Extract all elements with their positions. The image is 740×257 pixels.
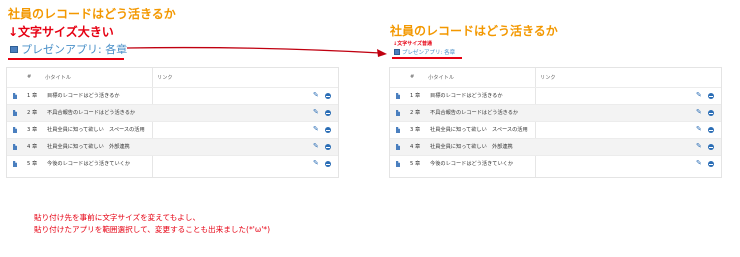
pencil-icon[interactable]: ✎ <box>696 159 702 167</box>
pencil-icon[interactable]: ✎ <box>696 108 702 116</box>
pencil-icon[interactable]: ✎ <box>313 142 319 150</box>
row-number: 2 章 <box>410 110 421 116</box>
document-icon <box>13 161 17 167</box>
table-row: 3 章 社員全員に知って欲しい スペースの活用 ✎ <box>390 121 721 139</box>
header-link: リンク <box>157 75 173 81</box>
left-size-note: ↓文字サイズ大きい <box>8 25 114 39</box>
document-icon <box>13 144 17 150</box>
row-number: 2 章 <box>27 110 38 116</box>
pencil-icon[interactable]: ✎ <box>313 108 319 116</box>
footer-note-line1: 貼り付け先を事前に文字サイズを変えてもよし、 <box>34 213 201 222</box>
table-header: # 小タイトル リンク <box>7 68 338 88</box>
document-icon <box>396 93 400 99</box>
right-title: 社員のレコードはどう活きるか <box>390 24 558 38</box>
right-app-label: プレゼンアプリ: 各章 <box>402 50 456 56</box>
app-icon <box>394 49 400 55</box>
header-link: リンク <box>540 75 556 81</box>
header-subtitle: 小タイトル <box>428 75 454 81</box>
pencil-icon[interactable]: ✎ <box>696 91 702 99</box>
pencil-icon[interactable]: ✎ <box>313 159 319 167</box>
left-app-link[interactable]: プレゼンアプリ: 各章 <box>10 41 127 57</box>
row-subtitle: 不具合報告のレコードはどう活きるか <box>47 110 136 116</box>
pencil-icon[interactable]: ✎ <box>313 125 319 133</box>
header-num: # <box>27 74 32 80</box>
table-row: 1 章 目標のレコードはどう活きるか ✎ <box>390 87 721 105</box>
row-subtitle: 今後のレコードはどう活きていくか <box>47 161 131 167</box>
row-subtitle: 社員全員に知って欲しい スペースの活用 <box>47 127 145 133</box>
document-icon <box>396 144 400 150</box>
row-number: 4 章 <box>410 144 421 150</box>
row-number: 3 章 <box>410 127 421 133</box>
delete-icon[interactable] <box>325 127 331 133</box>
delete-icon[interactable] <box>708 144 714 150</box>
left-app-table: # 小タイトル リンク 1 章 目標のレコードはどう活きるか ✎ 2 章 不具合… <box>6 67 339 178</box>
row-number: 1 章 <box>27 93 38 99</box>
delete-icon[interactable] <box>325 110 331 116</box>
pencil-icon[interactable]: ✎ <box>313 91 319 99</box>
table-row: 5 章 今後のレコードはどう活きていくか ✎ <box>7 155 338 173</box>
row-number: 1 章 <box>410 93 421 99</box>
table-row: 2 章 不具合報告のレコードはどう活きるか ✎ <box>7 104 338 122</box>
app-icon <box>10 45 18 53</box>
right-app-link[interactable]: プレゼンアプリ: 各章 <box>394 48 455 56</box>
row-subtitle: 不具合報告のレコードはどう活きるか <box>430 110 519 116</box>
document-icon <box>396 127 400 133</box>
table-row: 1 章 目標のレコードはどう活きるか ✎ <box>7 87 338 105</box>
row-number: 4 章 <box>27 144 38 150</box>
document-icon <box>13 127 17 133</box>
row-subtitle: 目標のレコードはどう活きるか <box>430 93 503 99</box>
row-subtitle: 今後のレコードはどう活きていくか <box>430 161 514 167</box>
delete-icon[interactable] <box>325 161 331 167</box>
delete-icon[interactable] <box>325 144 331 150</box>
table-row: 3 章 社員全員に知って欲しい スペースの活用 ✎ <box>7 121 338 139</box>
document-icon <box>13 110 17 116</box>
row-subtitle: 社員全員に知って欲しい 外部連携 <box>47 144 130 150</box>
row-number: 5 章 <box>27 161 38 167</box>
row-number: 3 章 <box>27 127 38 133</box>
table-row: 2 章 不具合報告のレコードはどう活きるか ✎ <box>390 104 721 122</box>
delete-icon[interactable] <box>708 127 714 133</box>
right-underline <box>392 57 462 59</box>
header-subtitle: 小タイトル <box>45 75 71 81</box>
document-icon <box>13 93 17 99</box>
delete-icon[interactable] <box>708 110 714 116</box>
left-app-label: プレゼンアプリ: 各章 <box>21 43 128 56</box>
right-app-table: # 小タイトル リンク 1 章 目標のレコードはどう活きるか ✎ 2 章 不具合… <box>389 67 722 178</box>
document-icon <box>396 110 400 116</box>
arrow-icon <box>126 46 387 57</box>
table-header: # 小タイトル リンク <box>390 68 721 88</box>
footer-note-line2: 貼り付けたアプリを範囲選択して、変更することも出来ました(*'ω'*) <box>34 225 271 234</box>
header-num: # <box>410 74 415 80</box>
right-size-note: ↓文字サイズ普通 <box>393 41 433 47</box>
delete-icon[interactable] <box>708 93 714 99</box>
pencil-icon[interactable]: ✎ <box>696 142 702 150</box>
pencil-icon[interactable]: ✎ <box>696 125 702 133</box>
delete-icon[interactable] <box>708 161 714 167</box>
table-row: 4 章 社員全員に知って欲しい 外部連携 ✎ <box>390 138 721 156</box>
left-title: 社員のレコードはどう活きるか <box>8 7 176 21</box>
document-icon <box>396 161 400 167</box>
table-row: 4 章 社員全員に知って欲しい 外部連携 ✎ <box>7 138 338 156</box>
row-subtitle: 目標のレコードはどう活きるか <box>47 93 120 99</box>
delete-icon[interactable] <box>325 93 331 99</box>
row-subtitle: 社員全員に知って欲しい 外部連携 <box>430 144 513 150</box>
row-subtitle: 社員全員に知って欲しい スペースの活用 <box>430 127 528 133</box>
table-row: 5 章 今後のレコードはどう活きていくか ✎ <box>390 155 721 173</box>
row-number: 5 章 <box>410 161 421 167</box>
left-underline <box>8 58 124 60</box>
